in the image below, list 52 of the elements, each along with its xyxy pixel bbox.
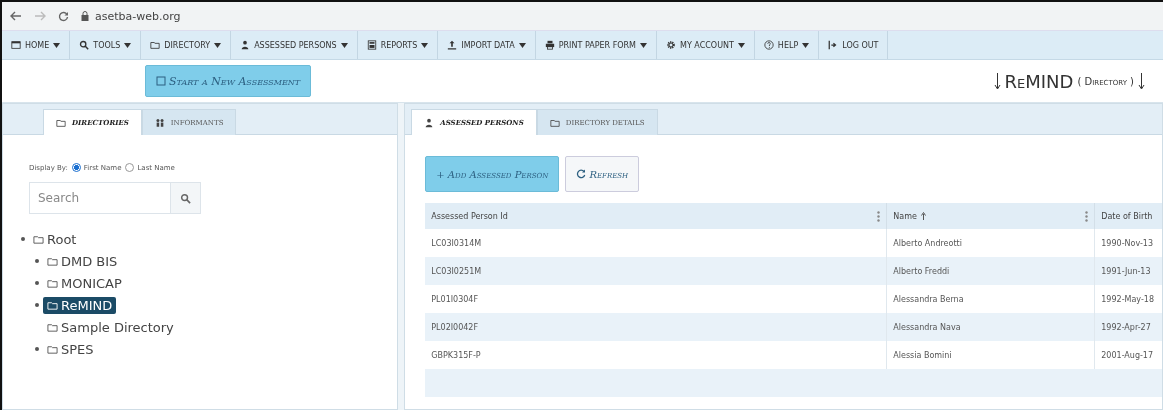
search-icon	[180, 192, 191, 204]
add-person-button[interactable]: + Add Assessed Person	[425, 156, 560, 192]
search-icon	[79, 40, 90, 50]
upload-icon	[447, 40, 458, 50]
folder-icon	[56, 117, 66, 128]
lock-icon	[81, 11, 89, 21]
tree-item[interactable]: Root	[29, 230, 81, 248]
directory-label: ( Directory )	[1077, 75, 1134, 87]
search-button[interactable]	[170, 183, 200, 213]
refresh-button[interactable]: Refresh	[565, 156, 640, 192]
back-button[interactable]	[10, 11, 22, 21]
folder-icon	[33, 233, 44, 245]
logout-icon	[828, 40, 839, 50]
window-icon	[11, 40, 21, 50]
start-assessment-button[interactable]: Start a New Assessment	[145, 65, 312, 97]
directory-title: ReMIND	[1004, 70, 1074, 92]
folder-icon	[47, 299, 58, 311]
column-menu-icon[interactable]	[877, 210, 881, 222]
search-field[interactable]: Search	[29, 182, 201, 214]
table-cell: LC03I0251M	[425, 257, 888, 285]
tree-item[interactable]: DMD BIS	[43, 252, 122, 270]
tree-item[interactable]: MONICAP	[43, 274, 126, 292]
reload-button[interactable]	[58, 10, 69, 22]
table-cell: Alberto Freddi	[887, 257, 1096, 285]
column-menu-icon[interactable]	[1085, 210, 1089, 222]
table-cell: PL02I0042F	[425, 313, 888, 341]
column-header[interactable]: Name	[893, 211, 917, 221]
folder-icon	[47, 277, 58, 289]
person-icon	[240, 40, 251, 50]
folder-icon	[47, 321, 58, 333]
printer-icon	[544, 40, 555, 50]
table-cell: 1991-Jun-13	[1095, 257, 1162, 285]
person-icon	[424, 117, 435, 128]
url-text[interactable]: asetba-web.org	[95, 9, 181, 23]
folder-icon	[47, 343, 58, 355]
column-header[interactable]: Assessed Person Id	[431, 211, 508, 221]
tree-item[interactable]: ReMIND	[43, 296, 117, 314]
calculator-icon	[366, 40, 377, 50]
folder-icon	[47, 255, 58, 267]
folder-icon	[549, 117, 560, 128]
refresh-icon	[576, 169, 587, 179]
down-arrow-icon	[1138, 71, 1145, 91]
tree-item[interactable]: Sample Directory	[43, 318, 178, 336]
gear-icon	[666, 40, 676, 50]
table-cell: 1992-Apr-27	[1095, 313, 1162, 341]
tree-item[interactable]: SPES	[43, 340, 98, 358]
folder-icon	[150, 40, 161, 50]
document-icon	[156, 76, 166, 86]
down-arrow-icon	[993, 71, 1001, 91]
table-cell: Alessandra Nava	[887, 313, 1096, 341]
help-icon	[763, 40, 774, 50]
people-icon	[154, 117, 165, 128]
